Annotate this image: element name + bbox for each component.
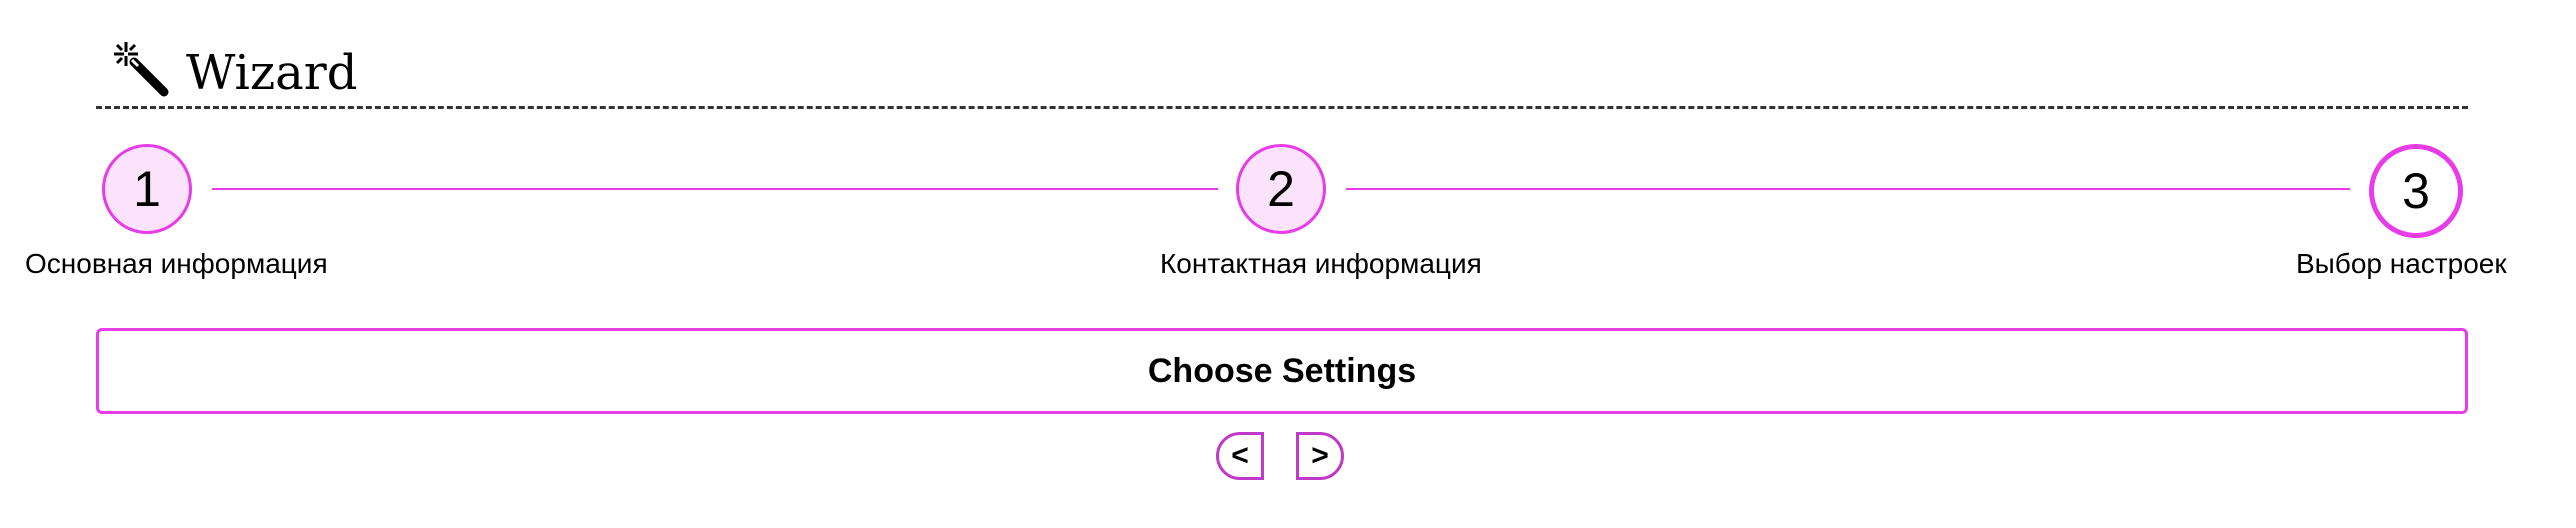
step-2-circle[interactable]: 2 [1236,144,1326,234]
step-1-circle[interactable]: 1 [102,144,192,234]
step-3-circle[interactable]: 3 [2369,144,2463,238]
step-1-label: Основная информация [25,248,328,279]
wizard-stepper: 1 Основная информация 2 Контактная инфор… [0,0,2576,300]
step-connector-1-2 [212,188,1218,190]
step-connector-2-3 [1346,188,2350,190]
next-button[interactable]: > [1296,432,1344,480]
previous-button[interactable]: < [1216,432,1264,480]
step-3-label: Выбор настроек [2296,248,2507,279]
step-content-panel: Choose Settings [96,328,2468,414]
step-3-number: 3 [2402,163,2430,219]
step-1-number: 1 [133,161,161,217]
wizard-page: Wizard 1 Основная информация 2 Контактна… [0,0,2576,528]
step-2-label: Контактная информация [1160,248,1482,279]
panel-heading: Choose Settings [1147,351,1417,390]
step-2-number: 2 [1267,161,1295,217]
